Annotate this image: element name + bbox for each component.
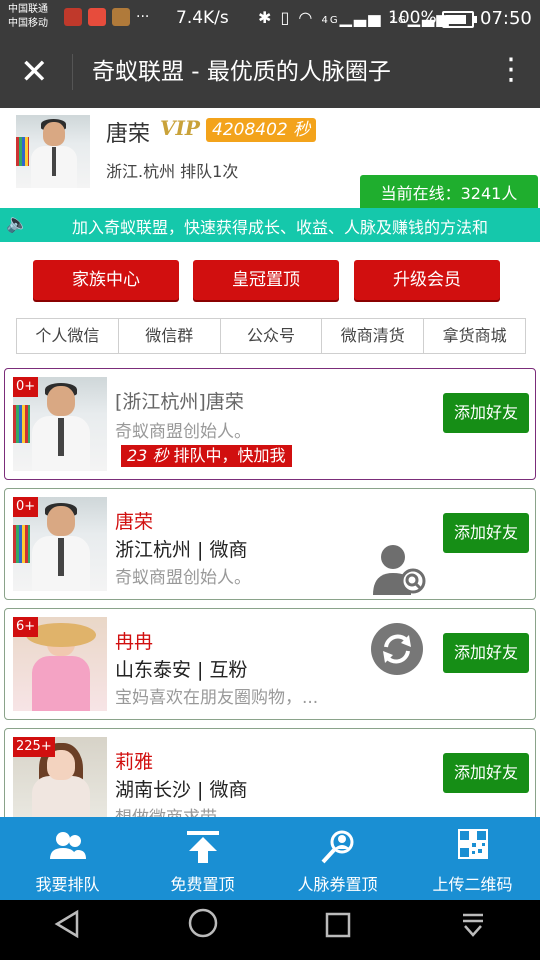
profile-name: 唐荣 <box>106 122 151 147</box>
nav-queue[interactable]: 我要排队 <box>0 817 135 900</box>
nav-coupon-top[interactable]: 人脉券置顶 <box>270 817 405 900</box>
card-name: 冉冉 <box>115 631 154 653</box>
card-location: 山东泰安 | 互粉 <box>115 659 248 681</box>
clock: 07:50 <box>480 8 532 29</box>
card-desc: 宝妈喜欢在朋友圈购物，... <box>115 688 319 708</box>
crown-top-button[interactable]: 皇冠置顶 <box>193 260 339 300</box>
count-badge: 225+ <box>13 737 55 757</box>
refresh-icon[interactable] <box>371 623 423 675</box>
wifi-icon: ◠ <box>298 8 315 27</box>
carrier-labels: 中国联通 中国移动 <box>8 3 48 31</box>
network-type-1: 4G <box>321 15 340 26</box>
notification-app-icon <box>112 8 130 26</box>
queue-seconds: 23 秒 <box>127 446 169 465</box>
card-title: [浙江杭州]唐荣 <box>115 391 244 413</box>
list-item[interactable]: 0+ 唐荣 浙江杭州 | 微商 奇蚁商盟创始人。 添加好友 <box>4 488 536 600</box>
category-tabs: 个人微信 微信群 公众号 微商清货 拿货商城 <box>16 318 526 354</box>
notification-icons: ··· <box>64 8 149 26</box>
back-icon[interactable] <box>44 906 92 954</box>
network-speed: 7.4K/s <box>176 8 229 28</box>
nav-label: 人脉券置顶 <box>297 875 378 894</box>
vibrate-icon: ▯ <box>280 8 292 27</box>
recents-icon[interactable] <box>314 906 362 954</box>
add-friend-button[interactable]: 添加好友 <box>443 393 529 433</box>
status-bar: 中国联通 中国移动 ··· 7.4K/s ✱ ▯ ◠ 4G▁▃▅ 2G▁▃▅ 1… <box>0 0 540 36</box>
card-location: 湖南长沙 | 微商 <box>115 779 248 801</box>
cell-signal-icon: ▁▃▅ <box>339 8 383 27</box>
tab-wechat-group[interactable]: 微信群 <box>119 319 221 353</box>
queue-text: 排队中，快加我 <box>168 446 286 465</box>
home-icon[interactable] <box>179 906 227 954</box>
add-friend-button[interactable]: 添加好友 <box>443 633 529 673</box>
notification-app-icon <box>64 8 82 26</box>
nav-free-top[interactable]: 免费置顶 <box>135 817 270 900</box>
list-item[interactable]: 6+ 冉冉 山东泰安 | 互粉 宝妈喜欢在朋友圈购物，... 添加好友 <box>4 608 536 720</box>
announcement-marquee[interactable]: 🔈 加入奇蚁联盟，快速获得成长、收益、人脉及赚钱的方法和 <box>0 208 540 242</box>
nav-label: 免费置顶 <box>170 875 235 894</box>
title-bar: ✕ 奇蚁联盟 - 最优质的人脉圈子 ⋮ <box>0 36 540 108</box>
more-notifications-icon: ··· <box>136 9 150 25</box>
page-title: 奇蚁联盟 - 最优质的人脉圈子 <box>92 59 391 85</box>
people-icon <box>0 829 135 869</box>
battery-level <box>446 15 466 24</box>
card-name: 莉雅 <box>115 751 154 773</box>
system-nav-bar <box>0 900 540 960</box>
add-friend-button[interactable]: 添加好友 <box>443 753 529 793</box>
close-icon[interactable]: ✕ <box>20 52 49 92</box>
tab-clearance[interactable]: 微商清货 <box>322 319 425 353</box>
user-search-icon[interactable] <box>369 541 427 597</box>
avatar <box>16 115 90 188</box>
battery-icon <box>442 11 477 28</box>
list-item[interactable]: 225+ 莉雅 湖南长沙 | 微商 想做微商求带 添加好友 <box>4 728 536 831</box>
seconds-badge: 4208402 秒 <box>206 118 317 142</box>
profile-location: 浙江.杭州 排队1次 <box>106 162 239 181</box>
vip-badge: VIP <box>160 116 200 140</box>
tab-personal-wechat[interactable]: 个人微信 <box>17 319 119 353</box>
bottom-nav: 我要排队 免费置顶 人脉券置顶 上传二维码 <box>0 817 540 900</box>
tab-wholesale-mall[interactable]: 拿货商城 <box>424 319 525 353</box>
announcement-text: 加入奇蚁联盟，快速获得成长、收益、人脉及赚钱的方法和 <box>72 218 489 237</box>
person-search-icon <box>270 829 405 869</box>
tab-official-account[interactable]: 公众号 <box>221 319 323 353</box>
upload-top-icon <box>135 829 270 869</box>
nav-label: 上传二维码 <box>432 875 513 894</box>
queue-banner: 23 秒 排队中，快加我 <box>121 445 292 467</box>
card-desc: 奇蚁商盟创始人。 <box>115 568 251 588</box>
nav-upload-qr[interactable]: 上传二维码 <box>405 817 540 900</box>
battery-percent: 100% <box>388 8 437 28</box>
more-menu-icon[interactable]: ⋮ <box>496 50 526 90</box>
nav-label: 我要排队 <box>35 875 100 894</box>
family-center-button[interactable]: 家族中心 <box>33 260 179 300</box>
add-friend-button[interactable]: 添加好友 <box>443 513 529 553</box>
upgrade-member-button[interactable]: 升级会员 <box>354 260 500 300</box>
card-name: 唐荣 <box>115 511 154 533</box>
count-badge: 0+ <box>13 497 39 517</box>
count-badge: 6+ <box>13 617 39 637</box>
notification-pulldown-icon[interactable] <box>449 906 497 954</box>
speaker-icon: 🔈 <box>6 213 29 234</box>
notification-app-icon <box>88 8 106 26</box>
carrier-1: 中国联通 <box>8 4 48 15</box>
card-desc: 奇蚁商盟创始人。 <box>115 422 251 442</box>
list-item[interactable]: 0+ [浙江杭州]唐荣 奇蚁商盟创始人。 23 秒 排队中，快加我 添加好友 <box>4 368 536 480</box>
qr-code-icon <box>405 829 540 869</box>
card-location: 浙江杭州 | 微商 <box>115 539 248 561</box>
carrier-2: 中国移动 <box>8 18 48 29</box>
bluetooth-icon: ✱ <box>258 8 274 27</box>
count-badge: 0+ <box>13 377 39 397</box>
title-divider <box>72 54 73 90</box>
